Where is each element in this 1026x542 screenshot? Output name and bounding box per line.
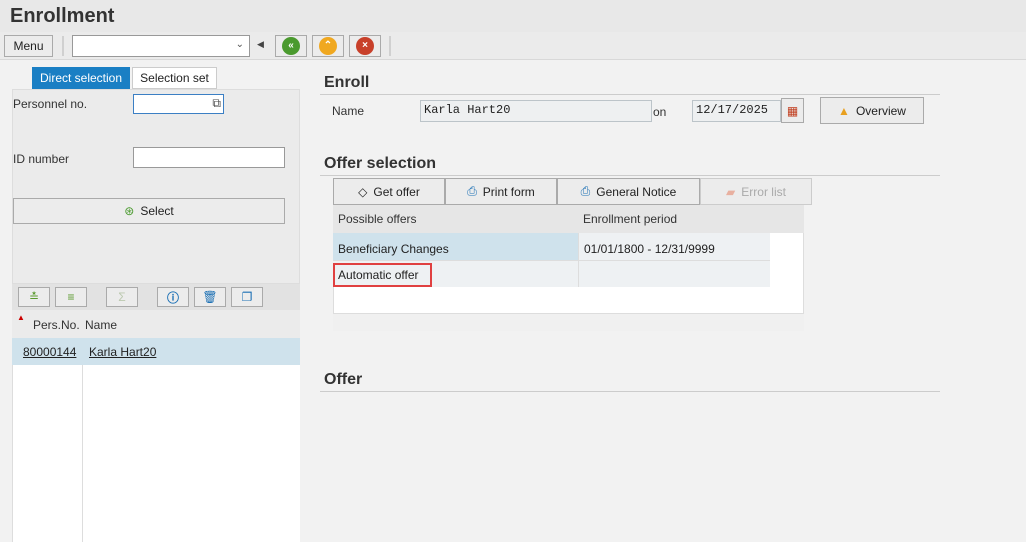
selection-panel [12, 89, 300, 284]
period-cell [579, 264, 589, 272]
name-field: Karla Hart20 [420, 100, 652, 122]
general-notice-button[interactable]: ⎙ General Notice [557, 178, 700, 205]
offer-cell[interactable]: Beneficiary Changes [333, 238, 454, 260]
tab-selection-set[interactable]: Selection set [132, 67, 217, 89]
select-icon: ⊛ [124, 204, 135, 218]
delete-button[interactable]: 🗑 [194, 287, 226, 307]
separator [389, 36, 391, 56]
copy-icon: ❐ [241, 290, 253, 304]
command-field[interactable]: ⌄ [72, 35, 250, 57]
info-button[interactable]: ⓘ [157, 287, 189, 307]
menu-label: Menu [13, 39, 44, 53]
filter-button[interactable]: ≡ [55, 287, 87, 307]
exit-button[interactable]: ⌃ [312, 35, 344, 57]
error-list-icon: ▰ [726, 184, 736, 199]
list-body [12, 338, 300, 542]
overview-label: Overview [855, 103, 906, 118]
divider [320, 94, 940, 95]
id-number-input[interactable] [133, 147, 285, 168]
copy-button[interactable]: ❐ [231, 287, 263, 307]
sort-indicator-icon: ▲ [17, 313, 25, 322]
general-notice-label: General Notice [596, 184, 677, 199]
printer-icon: ⎙ [580, 184, 591, 198]
select-label: Select [140, 204, 174, 218]
calendar-icon: ▦ [786, 103, 799, 118]
select-button[interactable]: ⊛ Select [13, 198, 285, 224]
sum-button[interactable]: Σ [106, 287, 138, 307]
print-form-button[interactable]: ⎙ Print form [445, 178, 557, 205]
date-field[interactable]: 12/17/2025 [692, 100, 781, 122]
divider [320, 175, 940, 176]
table-footer [333, 313, 804, 331]
offer-selection-heading: Offer selection [324, 155, 437, 172]
trash-icon: 🗑 [202, 290, 218, 304]
id-label: ID number [13, 152, 70, 166]
column-divider [82, 338, 83, 542]
title-bar [0, 0, 1026, 32]
chevron-down-icon: ⌄ [235, 39, 244, 50]
error-list-label: Error list [741, 184, 786, 199]
back-icon: « [282, 37, 300, 55]
error-list-button: ▰ Error list [700, 178, 812, 205]
column-header-pers-no[interactable]: Pers.No. [33, 318, 80, 332]
eraser-icon: ◇ [358, 184, 368, 199]
on-label: on [653, 105, 667, 119]
calendar-button[interactable]: ▦ [781, 98, 804, 123]
column-header-possible-offers[interactable]: Possible offers [333, 208, 422, 230]
period-cell: 01/01/1800 - 12/31/9999 [584, 242, 715, 256]
highlight-box [333, 263, 432, 287]
menu-button[interactable]: Menu [4, 35, 53, 57]
personnel-no-input[interactable]: ⧉ [133, 94, 224, 114]
exit-icon: ⌃ [319, 37, 337, 55]
sort-ascending-button[interactable]: ≛ [18, 287, 50, 307]
info-icon: ⓘ [166, 290, 179, 305]
print-form-label: Print form [482, 184, 535, 199]
separator [62, 36, 64, 56]
overview-button[interactable]: ▲ Overview [820, 97, 924, 124]
sum-icon: Σ [118, 290, 126, 304]
filter-icon: ≡ [67, 290, 75, 304]
column-header-name[interactable]: Name [85, 318, 117, 332]
tab-direct-selection[interactable]: Direct selection [32, 67, 130, 89]
personnel-label: Personnel no. [13, 97, 88, 111]
divider [320, 391, 940, 392]
name-label: Name [332, 104, 365, 118]
page-title: Enrollment [10, 5, 115, 27]
cancel-button[interactable]: × [349, 35, 381, 57]
collapse-arrow-icon[interactable]: ◀ [257, 39, 264, 50]
get-offer-button[interactable]: ◇ Get offer [333, 178, 445, 205]
get-offer-label: Get offer [373, 184, 420, 199]
name-link[interactable]: Karla Hart20 [89, 345, 156, 359]
value-help-icon[interactable]: ⧉ [212, 96, 221, 111]
offer-heading: Offer [324, 371, 363, 388]
column-header-enrollment-period[interactable]: Enrollment period [578, 208, 682, 230]
overview-icon: ▲ [838, 103, 850, 118]
printer-icon: ⎙ [467, 184, 477, 198]
cancel-icon: × [356, 37, 374, 55]
sort-ascending-icon: ≛ [28, 290, 40, 304]
pers-no-link[interactable]: 80000144 [23, 345, 76, 359]
back-button[interactable]: « [275, 35, 307, 57]
enroll-heading: Enroll [324, 74, 370, 91]
